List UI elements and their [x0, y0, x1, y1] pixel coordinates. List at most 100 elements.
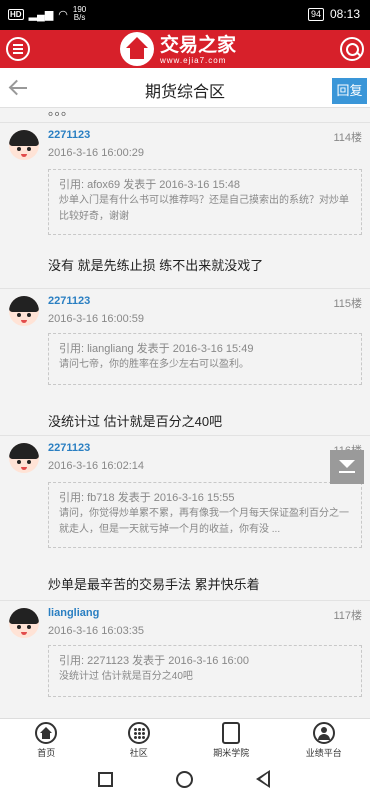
menu-icon-line — [13, 48, 23, 50]
home-icon — [35, 722, 58, 744]
post-floor: 115楼 — [333, 298, 362, 310]
bottom-navigation: 首页 社区 期米学院 业绩平台 — [0, 718, 370, 760]
network-speed: 190 B/s — [73, 6, 86, 22]
battery-icon: 94 — [307, 7, 324, 21]
quote-header: 引用: afox69 发表于 2016-3-16 15:48 — [59, 179, 240, 191]
grid-dot — [137, 732, 141, 735]
partial-reply-text: 。。。 — [48, 108, 75, 118]
quote-block: 引用: afox69 发表于 2016-3-16 15:48 炒单入门是有什么书… — [48, 169, 362, 235]
nav-home[interactable]: 首页 — [0, 719, 93, 760]
post-time: 2016-3-16 16:02:14 — [48, 460, 145, 472]
avatar-eye — [17, 625, 21, 629]
hd-signal-icon: HD — [8, 8, 24, 20]
avatar-hair — [9, 443, 39, 459]
grid-dot — [141, 728, 145, 731]
page-header: 期货综合区 回复 — [0, 68, 370, 108]
app-header: 交易之家 www.ejia7.com — [0, 30, 370, 68]
avatar[interactable] — [9, 443, 39, 473]
quote-block: 引用: liangliang 发表于 2016-3-16 15:49 请问七帝，… — [48, 333, 362, 385]
avatar-eye — [17, 313, 21, 317]
page-title: 期货综合区 — [144, 84, 225, 101]
nav-platform[interactable]: 业绩平台 — [278, 719, 370, 760]
grid-dot — [141, 736, 145, 739]
quote-body: 炒单入门是有什么书可以推荐吗？还是自己摸索出的系统？对炒单比较好奇，谢谢 — [59, 195, 349, 222]
quote-block: 引用: 2271123 发表于 2016-3-16 16:00 没统计过 估计就… — [48, 645, 362, 697]
brand-name: 交易之家 — [160, 33, 237, 56]
post-time: 2016-3-16 16:00:29 — [48, 147, 145, 159]
grid-dot — [141, 732, 145, 735]
nav-platform-label: 业绩平台 — [305, 748, 342, 758]
post-author[interactable]: 2271123 — [48, 129, 90, 141]
quote-header: 引用: fb718 发表于 2016-3-16 15:55 — [59, 492, 235, 504]
post-author[interactable]: liangliang — [48, 607, 99, 619]
nav-community-label: 社区 — [129, 748, 148, 758]
post-item: liangliang 117楼 2016-3-16 16:03:35 引用: 2… — [0, 600, 370, 718]
avatar-mouth — [21, 320, 27, 323]
post-author[interactable]: 2271123 — [48, 295, 90, 307]
status-left: HD ▂▄▆ ◠ 190 B/s — [8, 6, 86, 22]
post-author[interactable]: 2271123 — [48, 442, 90, 454]
back-triangle-icon[interactable] — [256, 770, 270, 788]
menu-button[interactable] — [6, 37, 30, 61]
avatar-hair — [9, 608, 39, 624]
avatar[interactable] — [9, 130, 39, 160]
quote-block: 引用: fb718 发表于 2016-3-16 15:55 请问，你觉得炒单累不… — [48, 482, 362, 548]
quote-header: 引用: 2271123 发表于 2016-3-16 16:00 — [59, 655, 249, 667]
speed-unit: B/s — [73, 13, 86, 22]
quote-header: 引用: liangliang 发表于 2016-3-16 15:49 — [59, 343, 254, 355]
battery-level: 94 — [310, 8, 321, 19]
quote-body: 请问七帝，你的胜率在多少左右可以盈利。 — [59, 359, 249, 370]
quote-body: 请问，你觉得炒单累不累，再有像我一个月每天保证盈利百分之一就走人，但是一天就亏掉… — [59, 508, 349, 535]
avatar-eye — [27, 313, 31, 317]
thread-content[interactable]: 。。。 2271123 114楼 2016-3-16 16:00:29 引用: … — [0, 108, 370, 718]
post-time: 2016-3-16 16:00:59 — [48, 313, 145, 325]
grid-dot — [137, 728, 141, 731]
post-item: 2271123 115楼 2016-3-16 16:00:59 引用: lian… — [0, 288, 370, 436]
scroll-down-button[interactable] — [330, 450, 364, 484]
home-button-icon[interactable] — [176, 771, 193, 788]
quote-body: 没统计过 估计就是百分之40吧 — [59, 671, 193, 682]
grid-dot — [137, 736, 141, 739]
post-floor: 117楼 — [333, 610, 362, 622]
grid-dot — [133, 728, 137, 731]
reply-text: 炒单是最辛苦的交易手法 累并快乐着 — [48, 577, 260, 592]
nav-home-label: 首页 — [37, 748, 56, 758]
document-icon — [222, 722, 241, 744]
post-floor: 114楼 — [333, 132, 362, 144]
grid-icon — [127, 722, 150, 744]
grid-dot — [133, 732, 137, 735]
avatar-mouth — [21, 154, 27, 157]
grid-dot — [133, 736, 137, 739]
reply-button[interactable]: 回复 — [332, 78, 367, 104]
nav-academy-label: 期米学院 — [213, 748, 250, 758]
site-logo[interactable]: 交易之家 www.ejia7.com — [120, 32, 236, 66]
recent-apps-icon[interactable] — [98, 772, 113, 787]
status-right: 94 08:13 — [307, 7, 360, 21]
avatar-eye — [27, 147, 31, 151]
avatar[interactable] — [9, 296, 39, 326]
post-item: 2271123 116楼 2016-3-16 16:02:14 引用: fb71… — [0, 435, 370, 600]
avatar-mouth — [21, 632, 27, 635]
wifi-icon: ◠ — [58, 8, 68, 21]
reply-text: 没统计过 估计就是百分之40吧 — [48, 414, 223, 429]
avatar-hair — [9, 130, 39, 146]
post-time: 2016-3-16 16:03:35 — [48, 625, 145, 637]
nav-community[interactable]: 社区 — [93, 719, 186, 760]
nav-academy[interactable]: 期米学院 — [185, 719, 278, 760]
system-navigation-bar — [0, 760, 370, 800]
cell-signal-icon: ▂▄▆ — [28, 8, 54, 21]
post-item: 2271123 114楼 2016-3-16 16:00:29 引用: afox… — [0, 122, 370, 273]
search-button[interactable] — [340, 37, 364, 61]
reply-text: 没有 就是先练止损 练不出来就没戏了 — [48, 258, 264, 273]
clock: 08:13 — [329, 7, 360, 21]
avatar-eye — [27, 625, 31, 629]
avatar[interactable] — [9, 608, 39, 638]
status-bar: HD ▂▄▆ ◠ 190 B/s 94 08:13 — [0, 0, 370, 30]
brand-domain: www.ejia7.com — [160, 55, 227, 65]
avatar-eye — [17, 460, 21, 464]
menu-icon-line — [13, 44, 23, 46]
avatar-mouth — [21, 467, 27, 470]
house-icon — [120, 32, 154, 66]
avatar-hair — [9, 296, 39, 312]
menu-icon-line — [13, 52, 23, 54]
